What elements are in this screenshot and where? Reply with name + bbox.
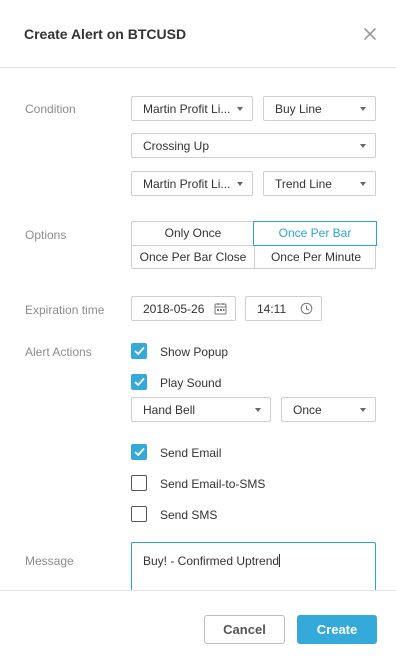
chevron-down-icon: [360, 182, 366, 186]
expiration-date-input[interactable]: 2018-05-26: [131, 296, 236, 321]
option-once-per-bar[interactable]: Once Per Bar: [253, 221, 377, 246]
sound-repeat-select[interactable]: Once: [281, 397, 376, 422]
chevron-down-icon: [360, 408, 366, 412]
options-label: Options: [25, 228, 67, 242]
sound-value: Hand Bell: [143, 403, 196, 417]
option-once-per-bar-close[interactable]: Once Per Bar Close: [132, 246, 254, 269]
message-value: Buy! - Confirmed Uptrend: [143, 554, 281, 568]
send-sms-checkbox[interactable]: [131, 506, 147, 522]
condition-label: Condition: [25, 102, 76, 116]
option-only-once[interactable]: Only Once: [132, 222, 254, 245]
play-sound-label[interactable]: Play Sound: [160, 376, 221, 390]
condition-target-indicator-value: Martin Profit Li...: [143, 177, 231, 191]
sound-repeat-value: Once: [293, 403, 322, 417]
condition-operator-select[interactable]: Crossing Up: [131, 133, 376, 158]
expiration-time-value: 14:11: [257, 302, 287, 316]
calendar-icon[interactable]: [214, 302, 227, 315]
condition-indicator-select[interactable]: Martin Profit Li...: [131, 96, 253, 121]
cancel-button[interactable]: Cancel: [204, 615, 285, 644]
dialog-title: Create Alert on BTCUSD: [24, 26, 187, 42]
clock-icon[interactable]: [300, 302, 313, 315]
condition-target-indicator-select[interactable]: Martin Profit Li...: [131, 171, 253, 196]
chevron-down-icon: [360, 107, 366, 111]
create-button[interactable]: Create: [297, 615, 377, 644]
expiration-time-input[interactable]: 14:11: [245, 296, 322, 321]
send-email-to-sms-checkbox[interactable]: [131, 475, 147, 491]
chevron-down-icon: [360, 144, 366, 148]
message-textarea[interactable]: Buy! - Confirmed Uptrend: [131, 542, 376, 594]
show-popup-label[interactable]: Show Popup: [160, 345, 228, 359]
send-email-to-sms-label[interactable]: Send Email-to-SMS: [160, 477, 265, 491]
condition-operator-value: Crossing Up: [143, 139, 210, 153]
message-label: Message: [25, 554, 74, 568]
checkmark-icon: [134, 377, 145, 387]
send-email-checkbox[interactable]: [131, 444, 147, 460]
condition-plot-select[interactable]: Buy Line: [263, 96, 376, 121]
condition-target-plot-value: Trend Line: [275, 177, 332, 191]
show-popup-checkbox[interactable]: [131, 343, 147, 359]
condition-plot-value: Buy Line: [275, 102, 322, 116]
expiration-label: Expiration time: [25, 303, 105, 317]
sound-select[interactable]: Hand Bell: [131, 397, 271, 422]
checkmark-icon: [134, 447, 145, 457]
text-cursor: [279, 554, 281, 567]
expiration-date-value: 2018-05-26: [143, 302, 205, 316]
send-sms-label[interactable]: Send SMS: [160, 508, 217, 522]
options-segmented-control: Only Once Once Per Bar Once Per Bar Clos…: [131, 221, 377, 269]
option-once-per-minute[interactable]: Once Per Minute: [255, 246, 377, 269]
chevron-down-icon: [237, 182, 243, 186]
send-email-label[interactable]: Send Email: [160, 446, 221, 460]
checkmark-icon: [134, 346, 145, 356]
condition-target-plot-select[interactable]: Trend Line: [263, 171, 376, 196]
create-alert-dialog: Create Alert on BTCUSD Condition Martin …: [0, 0, 396, 657]
chevron-down-icon: [255, 408, 261, 412]
chevron-down-icon: [237, 107, 243, 111]
close-icon[interactable]: [362, 26, 378, 42]
alert-actions-label: Alert Actions: [25, 345, 92, 359]
play-sound-checkbox[interactable]: [131, 374, 147, 390]
dialog-header: Create Alert on BTCUSD: [0, 0, 396, 68]
condition-indicator-value: Martin Profit Li...: [143, 102, 231, 116]
